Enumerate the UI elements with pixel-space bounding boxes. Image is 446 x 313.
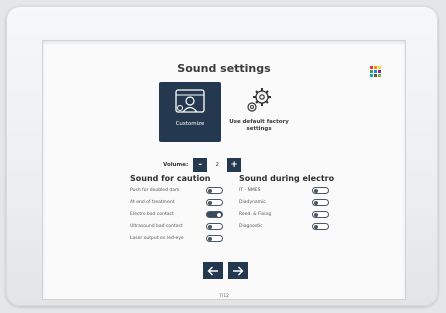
electro-row-label: Diadynamic [239, 200, 266, 205]
touch-screen: Sound settings Customize Use default fac… [42, 40, 406, 300]
caution-toggle-0[interactable] [206, 187, 223, 194]
default-factory-button[interactable]: Use default factory settings [228, 82, 290, 142]
toggle-knob [208, 200, 212, 205]
toggle-knob [217, 212, 221, 217]
caution-toggle-3[interactable] [206, 223, 223, 230]
arrow-left-icon [207, 266, 218, 275]
page-number: 7/12 [218, 294, 230, 299]
caution-row-label: Electro bad contact [130, 212, 174, 217]
toggle-knob [208, 236, 212, 241]
toggle-knob [314, 200, 318, 205]
toggle-knob [314, 212, 318, 217]
electro-toggle-3[interactable] [312, 223, 329, 230]
caution-heading: Sound for caution [130, 174, 211, 183]
caution-toggle-2[interactable] [206, 211, 223, 218]
arrow-right-icon [233, 266, 244, 275]
volume-decrease-button[interactable]: - [193, 158, 208, 172]
back-button[interactable] [203, 262, 223, 279]
electro-row-label: IT - NMES [239, 188, 261, 193]
electro-toggle-1[interactable] [312, 199, 329, 206]
next-button[interactable] [228, 262, 248, 279]
caution-toggle-4[interactable] [206, 235, 223, 242]
electro-row-label: Reed. & Fixing [239, 212, 272, 217]
electro-toggle-0[interactable] [312, 187, 329, 194]
toggle-knob [314, 188, 318, 193]
customize-button[interactable]: Customize [159, 82, 221, 142]
volume-value: 2 [215, 162, 219, 168]
caution-row-label: At end of treatment [130, 200, 175, 205]
toggle-knob [208, 188, 212, 193]
customize-icon [175, 89, 205, 113]
electro-row-label: Diagnostic [239, 224, 263, 229]
page-title: Sound settings [177, 62, 271, 75]
apps-grid-icon[interactable] [370, 66, 382, 78]
electro-toggle-2[interactable] [312, 211, 329, 218]
gears-icon [247, 88, 271, 112]
caution-row-label: Laser output on led-eye [130, 236, 184, 241]
volume-control: Volume: - 2 + [163, 158, 242, 172]
caution-toggle-1[interactable] [206, 199, 223, 206]
caution-row-label: Ultrasound bad contact [130, 224, 183, 229]
toggle-knob [208, 224, 212, 229]
customize-label: Customize [175, 121, 205, 127]
electro-heading: Sound during electro [239, 174, 335, 183]
volume-label: Volume: [163, 162, 189, 168]
toggle-knob [314, 224, 318, 229]
volume-increase-button[interactable]: + [227, 158, 242, 172]
caution-row-label: Push for doubled dam [130, 188, 180, 193]
default-factory-label: Use default factory settings [229, 119, 289, 132]
